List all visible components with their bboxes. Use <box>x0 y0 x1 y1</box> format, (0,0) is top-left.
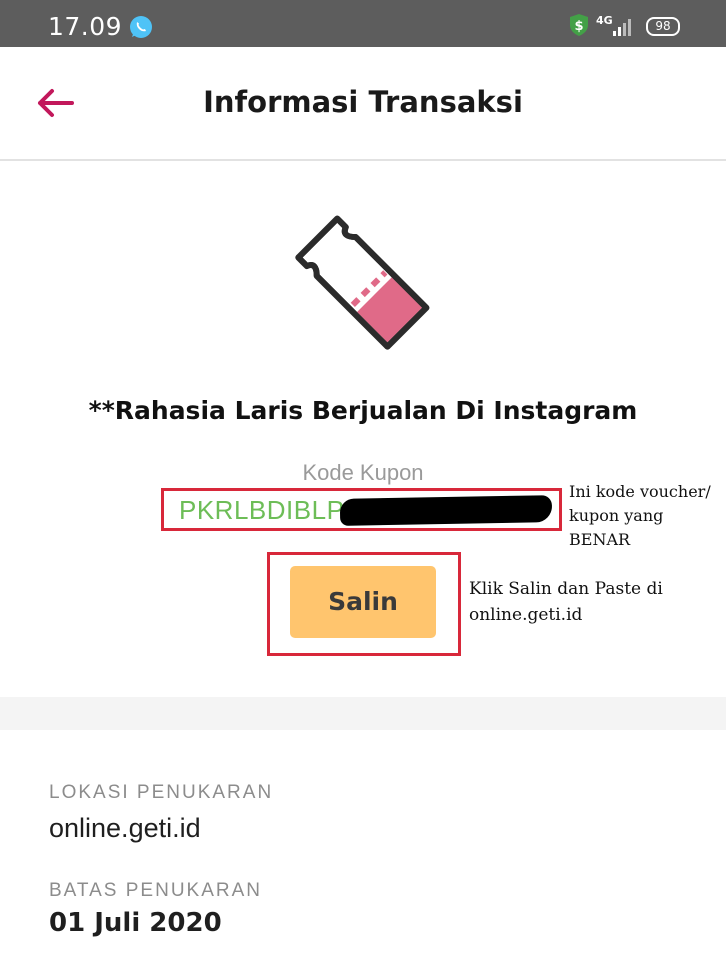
deadline-value: 01 Juli 2020 <box>49 908 222 938</box>
coupon-code-highlight: PKRLBDIBLP <box>161 488 562 531</box>
redaction-mark <box>339 495 553 526</box>
whatsapp-icon <box>128 14 154 40</box>
coupon-code[interactable]: PKRLBDIBLP <box>179 495 344 526</box>
ticket-icon <box>290 212 435 354</box>
status-time: 17.09 <box>48 12 123 41</box>
deadline-label: BATAS PENUKARAN <box>49 880 263 901</box>
copy-button[interactable]: Salin <box>290 566 436 638</box>
battery-icon: 98 <box>646 17 680 36</box>
section-divider <box>0 697 726 730</box>
signal-icon <box>613 17 635 37</box>
app-header: Informasi Transaksi <box>0 47 726 161</box>
network-label: 4G <box>596 14 613 27</box>
copy-annotation: Klik Salin dan Paste di online.geti.id <box>469 579 663 625</box>
product-name: **Rahasia Laris Berjualan Di Instagram <box>88 396 638 425</box>
location-label: LOKASI PENUKARAN <box>49 782 274 803</box>
location-value: online.geti.id <box>49 813 201 843</box>
page-title: Informasi Transaksi <box>203 85 523 119</box>
shield-dollar-icon: $ <box>568 13 590 37</box>
voucher-annotation: Ini kode voucher/ kupon yang BENAR <box>569 482 711 549</box>
status-bar: 17.09 $ 4G 98 <box>0 0 726 47</box>
svg-text:$: $ <box>574 19 583 34</box>
